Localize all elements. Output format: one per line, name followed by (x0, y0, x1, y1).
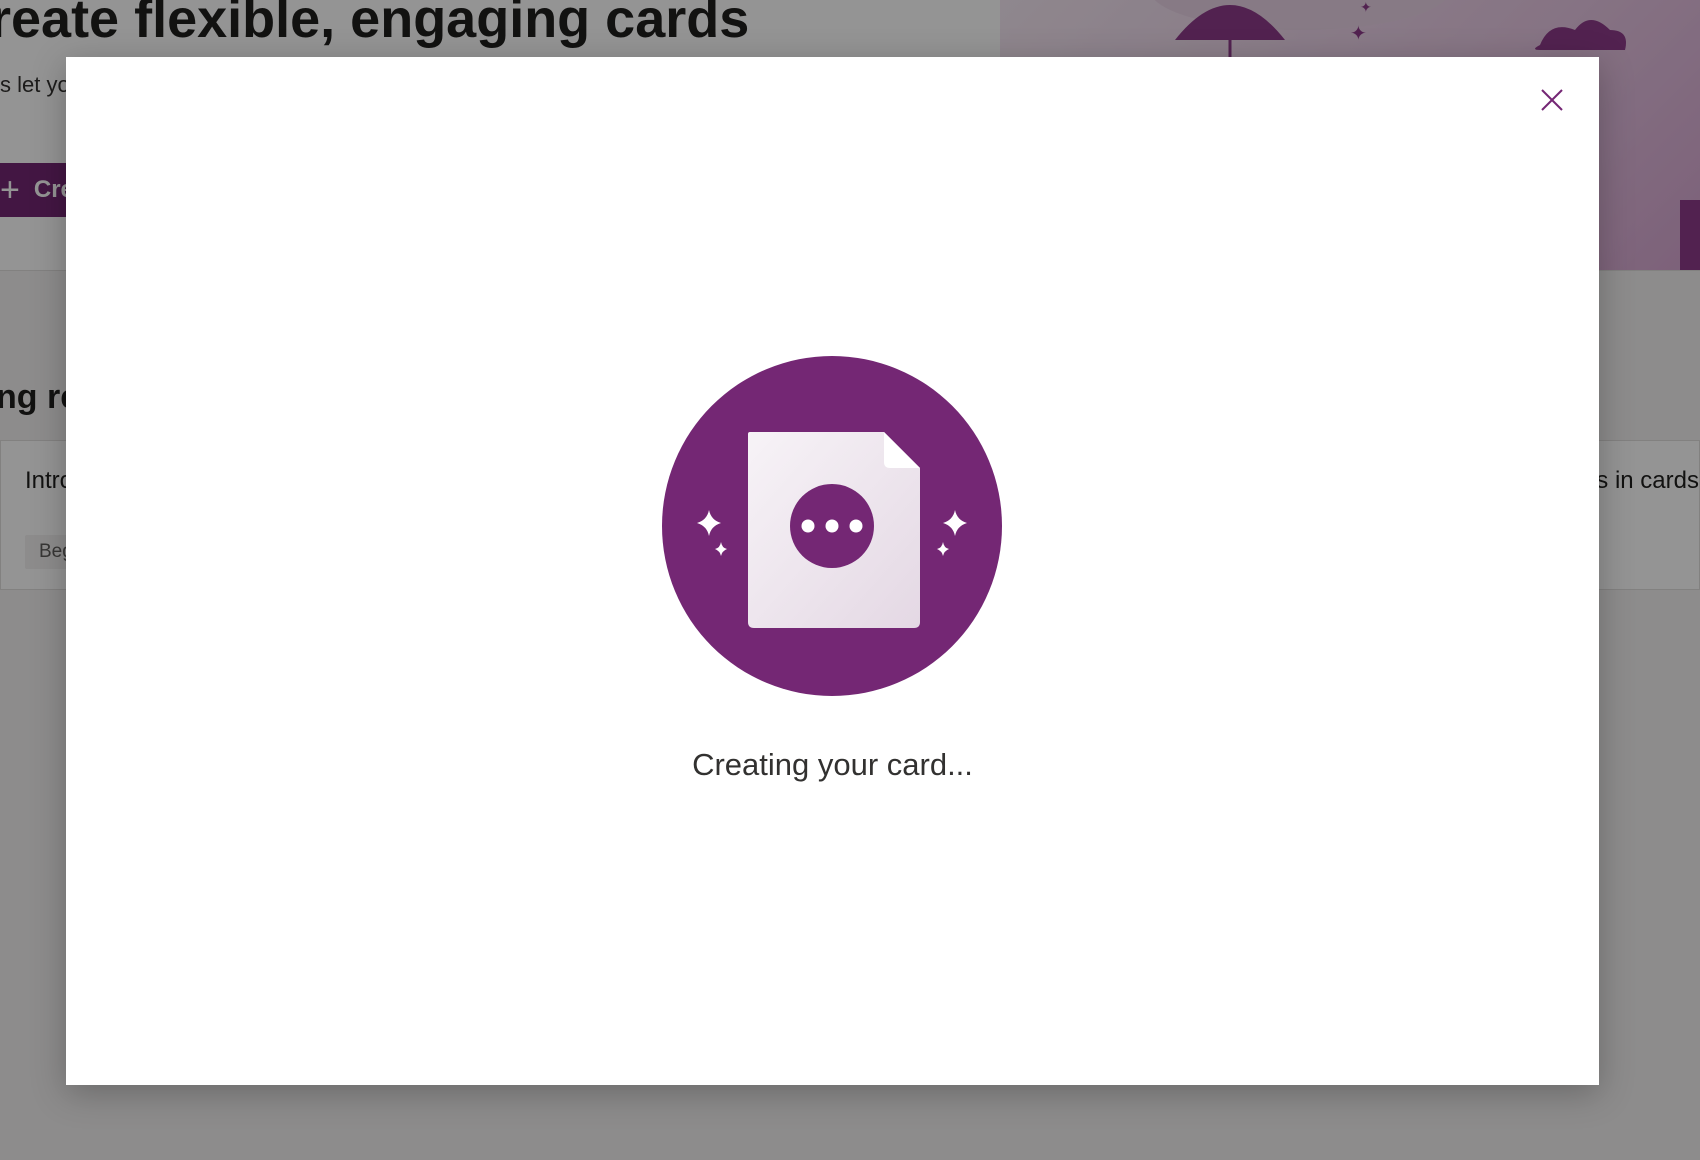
status-text: Creating your card... (692, 747, 973, 782)
page: reate flexible, engaging cards s let yo … (0, 0, 1700, 1160)
document-loading-icon (662, 356, 1002, 696)
close-icon (1541, 89, 1563, 111)
close-button[interactable] (1531, 79, 1573, 121)
creating-card-dialog: Creating your card... (66, 57, 1599, 1085)
